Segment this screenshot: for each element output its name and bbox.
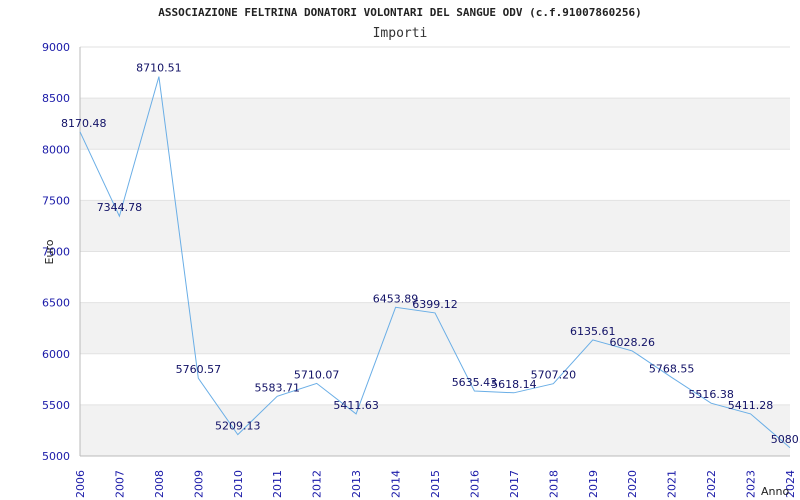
y-tick-label: 5500 bbox=[42, 399, 70, 412]
x-tick-label: 2010 bbox=[232, 470, 245, 498]
data-label: 5710.07 bbox=[294, 368, 340, 381]
data-label: 5707.20 bbox=[531, 369, 577, 382]
x-tick-label: 2011 bbox=[271, 470, 284, 498]
x-tick-label: 2007 bbox=[113, 470, 126, 498]
y-tick-label: 6500 bbox=[42, 297, 70, 310]
data-label: 5768.55 bbox=[649, 362, 695, 375]
x-tick-label: 2016 bbox=[468, 470, 481, 498]
y-tick-label: 9000 bbox=[42, 41, 70, 54]
data-label: 5080.3 bbox=[771, 433, 800, 446]
data-label: 8710.51 bbox=[136, 62, 182, 75]
y-tick-label: 5000 bbox=[42, 450, 70, 463]
x-tick-label: 2021 bbox=[666, 470, 679, 498]
data-label: 5411.28 bbox=[728, 399, 774, 412]
y-tick-label: 7500 bbox=[42, 194, 70, 207]
x-tick-label: 2023 bbox=[745, 470, 758, 498]
x-tick-label: 2017 bbox=[508, 470, 521, 498]
y-tick-label: 8000 bbox=[42, 143, 70, 156]
chart-subtitle: Importi bbox=[373, 26, 428, 41]
background-band bbox=[80, 200, 790, 252]
data-label: 6028.26 bbox=[609, 336, 655, 349]
background-band bbox=[80, 404, 790, 456]
y-tick-label: 6000 bbox=[42, 348, 70, 361]
background-band bbox=[80, 98, 790, 150]
x-tick-label: 2019 bbox=[587, 470, 600, 498]
x-tick-label: 2012 bbox=[311, 470, 324, 498]
y-axis-label: Euro bbox=[43, 239, 56, 264]
data-label: 7344.78 bbox=[97, 201, 143, 214]
x-tick-label: 2022 bbox=[705, 470, 718, 498]
data-label: 6399.12 bbox=[412, 298, 458, 311]
x-tick-label: 2014 bbox=[390, 470, 403, 498]
data-label: 8170.48 bbox=[61, 117, 107, 130]
data-label: 5583.71 bbox=[254, 381, 300, 394]
x-tick-labels: 2006 2007 2008 2009 2010 2011 2012 2013 2014 2015… bbox=[74, 470, 797, 498]
chart: 500055006000650070007500800085009000 200… bbox=[42, 6, 800, 498]
x-tick-label: 2009 bbox=[192, 470, 205, 498]
chart-title: ASSOCIAZIONE FELTRINA DONATORI VOLONTARI… bbox=[158, 6, 641, 19]
x-tick-label: 2006 bbox=[74, 470, 87, 498]
data-label: 5209.13 bbox=[215, 420, 261, 433]
x-tick-label: 2008 bbox=[153, 470, 166, 498]
x-tick-label: 2018 bbox=[547, 470, 560, 498]
x-tick-label: 2015 bbox=[429, 470, 442, 498]
x-axis-label: Anno bbox=[761, 485, 789, 498]
x-tick-label: 2020 bbox=[626, 470, 639, 498]
data-label: 5411.63 bbox=[333, 399, 379, 412]
y-tick-label: 8500 bbox=[42, 92, 70, 105]
x-tick-label: 2013 bbox=[350, 470, 363, 498]
background-bands bbox=[80, 98, 790, 456]
data-label: 5760.57 bbox=[176, 363, 222, 376]
